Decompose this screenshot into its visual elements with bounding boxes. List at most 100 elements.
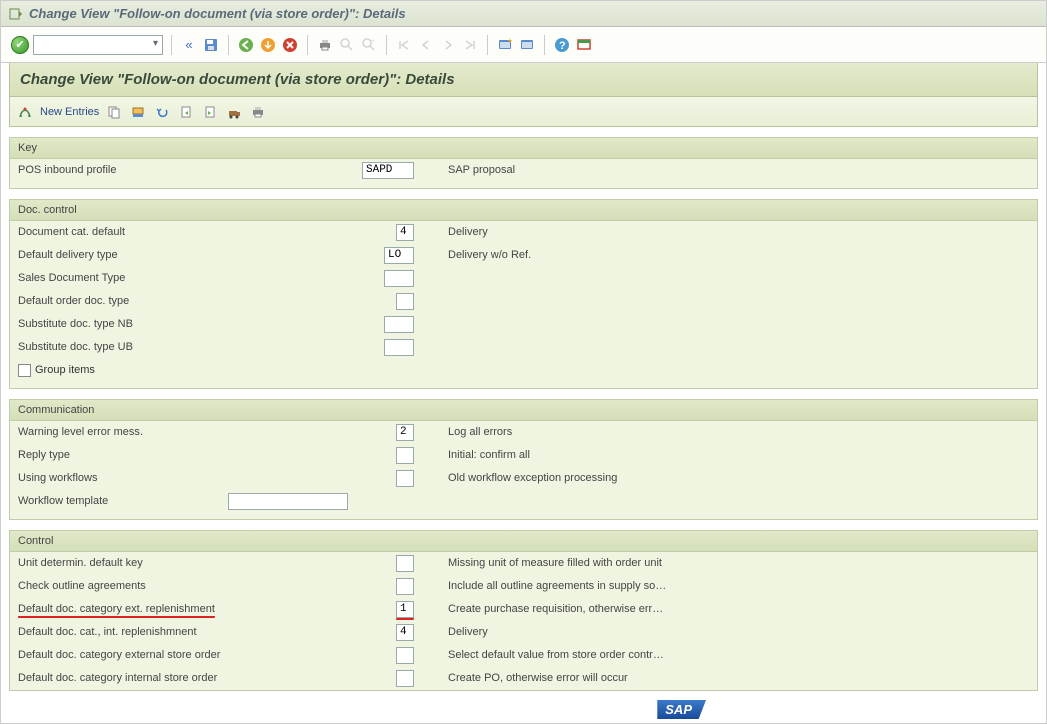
- form-input[interactable]: [396, 578, 414, 595]
- form-input[interactable]: [384, 316, 414, 333]
- form-label: Substitute doc. type NB: [18, 318, 228, 330]
- system-toolbar: ✔ « + + ?: [1, 27, 1046, 63]
- group-title-doc-control: Doc. control: [10, 200, 1037, 221]
- row-group-items: Group items: [10, 359, 1037, 382]
- delete-icon[interactable]: [129, 103, 147, 121]
- form-label: Default order doc. type: [18, 295, 228, 307]
- form-row: Sales Document Type: [10, 267, 1037, 290]
- last-page-icon: [461, 36, 479, 54]
- page-next-icon[interactable]: [201, 103, 219, 121]
- form-desc: Delivery: [418, 626, 488, 638]
- form-row: Default doc. category internal store ord…: [10, 667, 1037, 690]
- separator: [307, 35, 308, 55]
- command-field[interactable]: [33, 35, 163, 55]
- group-key: Key POS inbound profile SAP proposal: [9, 137, 1038, 189]
- form-label: Using workflows: [18, 472, 228, 484]
- layout-icon[interactable]: [575, 36, 593, 54]
- svg-text:+: +: [508, 38, 512, 45]
- form-row: Using workflows Old workflow exception pr…: [10, 467, 1037, 490]
- form-row: Default order doc. type: [10, 290, 1037, 313]
- form-input[interactable]: [384, 339, 414, 356]
- form-input[interactable]: [396, 624, 414, 641]
- menu-icon[interactable]: [9, 7, 23, 21]
- exit-ball-icon[interactable]: [259, 36, 277, 54]
- undo-icon[interactable]: [153, 103, 171, 121]
- form-desc: Old workflow exception processing: [418, 472, 617, 484]
- form-label: Workflow template: [18, 495, 228, 507]
- cancel-ball-icon[interactable]: [281, 36, 299, 54]
- titlebar: Change View "Follow-on document (via sto…: [1, 1, 1046, 27]
- form-input[interactable]: [228, 493, 348, 510]
- form-input[interactable]: [396, 670, 414, 687]
- form-input[interactable]: [396, 224, 414, 241]
- form-label: Sales Document Type: [18, 272, 228, 284]
- help-icon[interactable]: ?: [553, 36, 571, 54]
- form-input[interactable]: [396, 601, 414, 618]
- checkbox-group-items[interactable]: [18, 364, 31, 377]
- form-input[interactable]: [396, 647, 414, 664]
- transport-icon[interactable]: [225, 103, 243, 121]
- group-title-control: Control: [10, 531, 1037, 552]
- form-label: Document cat. default: [18, 226, 228, 238]
- form-label: Check outline agreements: [18, 580, 248, 592]
- separator: [228, 35, 229, 55]
- back-icon[interactable]: «: [180, 36, 198, 54]
- print-icon[interactable]: [316, 36, 334, 54]
- form-input[interactable]: [396, 424, 414, 441]
- first-page-icon: [395, 36, 413, 54]
- form-label: Reply type: [18, 449, 228, 461]
- save-icon[interactable]: [202, 36, 220, 54]
- group-control: Control Unit determin. default keyMissin…: [9, 530, 1038, 691]
- form-input[interactable]: [396, 470, 414, 487]
- form-input[interactable]: [396, 293, 414, 310]
- content-area: Change View "Follow-on document (via sto…: [1, 63, 1046, 699]
- form-row: Default delivery typeDelivery w/o Ref.: [10, 244, 1037, 267]
- toggle-icon[interactable]: [16, 103, 34, 121]
- separator: [386, 35, 387, 55]
- print-list-icon[interactable]: [249, 103, 267, 121]
- separator: [544, 35, 545, 55]
- label-pos-inbound: POS inbound profile: [18, 164, 228, 176]
- form-row: Default doc. cat., int. replenishmnent De…: [10, 621, 1037, 644]
- form-label: Default doc. category internal store ord…: [18, 672, 248, 684]
- new-session-icon[interactable]: +: [496, 36, 514, 54]
- input-pos-inbound[interactable]: [362, 162, 414, 179]
- group-title-communication: Communication: [10, 400, 1037, 421]
- back-ball-icon[interactable]: [237, 36, 255, 54]
- shortcut-icon[interactable]: [518, 36, 536, 54]
- new-entries-button[interactable]: New Entries: [40, 106, 99, 118]
- form-row: Unit determin. default keyMissing unit o…: [10, 552, 1037, 575]
- page-prev-icon[interactable]: [177, 103, 195, 121]
- separator: [171, 35, 172, 55]
- form-desc: Log all errors: [418, 426, 512, 438]
- app-toolbar: New Entries: [9, 97, 1038, 127]
- sap-window: Change View "Follow-on document (via sto…: [0, 0, 1047, 724]
- form-row: Substitute doc. type UB: [10, 336, 1037, 359]
- form-input[interactable]: [396, 447, 414, 464]
- form-input[interactable]: [384, 270, 414, 287]
- find-icon: [338, 36, 356, 54]
- next-page-icon: [439, 36, 457, 54]
- copy-icon[interactable]: [105, 103, 123, 121]
- sap-logo: SAP: [657, 700, 706, 719]
- find-next-icon: +: [360, 36, 378, 54]
- form-label: Default doc. cat., int. replenishmnent: [18, 626, 248, 638]
- form-row: Default doc. category external store ord…: [10, 644, 1037, 667]
- form-desc: Delivery w/o Ref.: [418, 249, 531, 261]
- svg-text:?: ?: [559, 40, 566, 52]
- svg-text:+: +: [371, 39, 375, 45]
- enter-icon[interactable]: ✔: [11, 36, 29, 54]
- form-label: Default doc. category external store ord…: [18, 649, 248, 661]
- row-pos-inbound: POS inbound profile SAP proposal: [10, 159, 1037, 182]
- form-desc: Include all outline agreements in supply…: [418, 580, 666, 592]
- window-title: Change View "Follow-on document (via sto…: [29, 6, 406, 21]
- form-input[interactable]: [396, 555, 414, 572]
- group-title-key: Key: [10, 138, 1037, 159]
- form-input[interactable]: [384, 247, 414, 264]
- group-doc-control: Doc. control Document cat. defaultDelive…: [9, 199, 1038, 389]
- form-row: Reply typeInitial: confirm all: [10, 444, 1037, 467]
- form-label: Warning level error mess.: [18, 426, 228, 438]
- form-row: Document cat. defaultDelivery: [10, 221, 1037, 244]
- form-row: Workflow template: [10, 490, 1037, 513]
- form-desc: Select default value from store order co…: [418, 649, 664, 661]
